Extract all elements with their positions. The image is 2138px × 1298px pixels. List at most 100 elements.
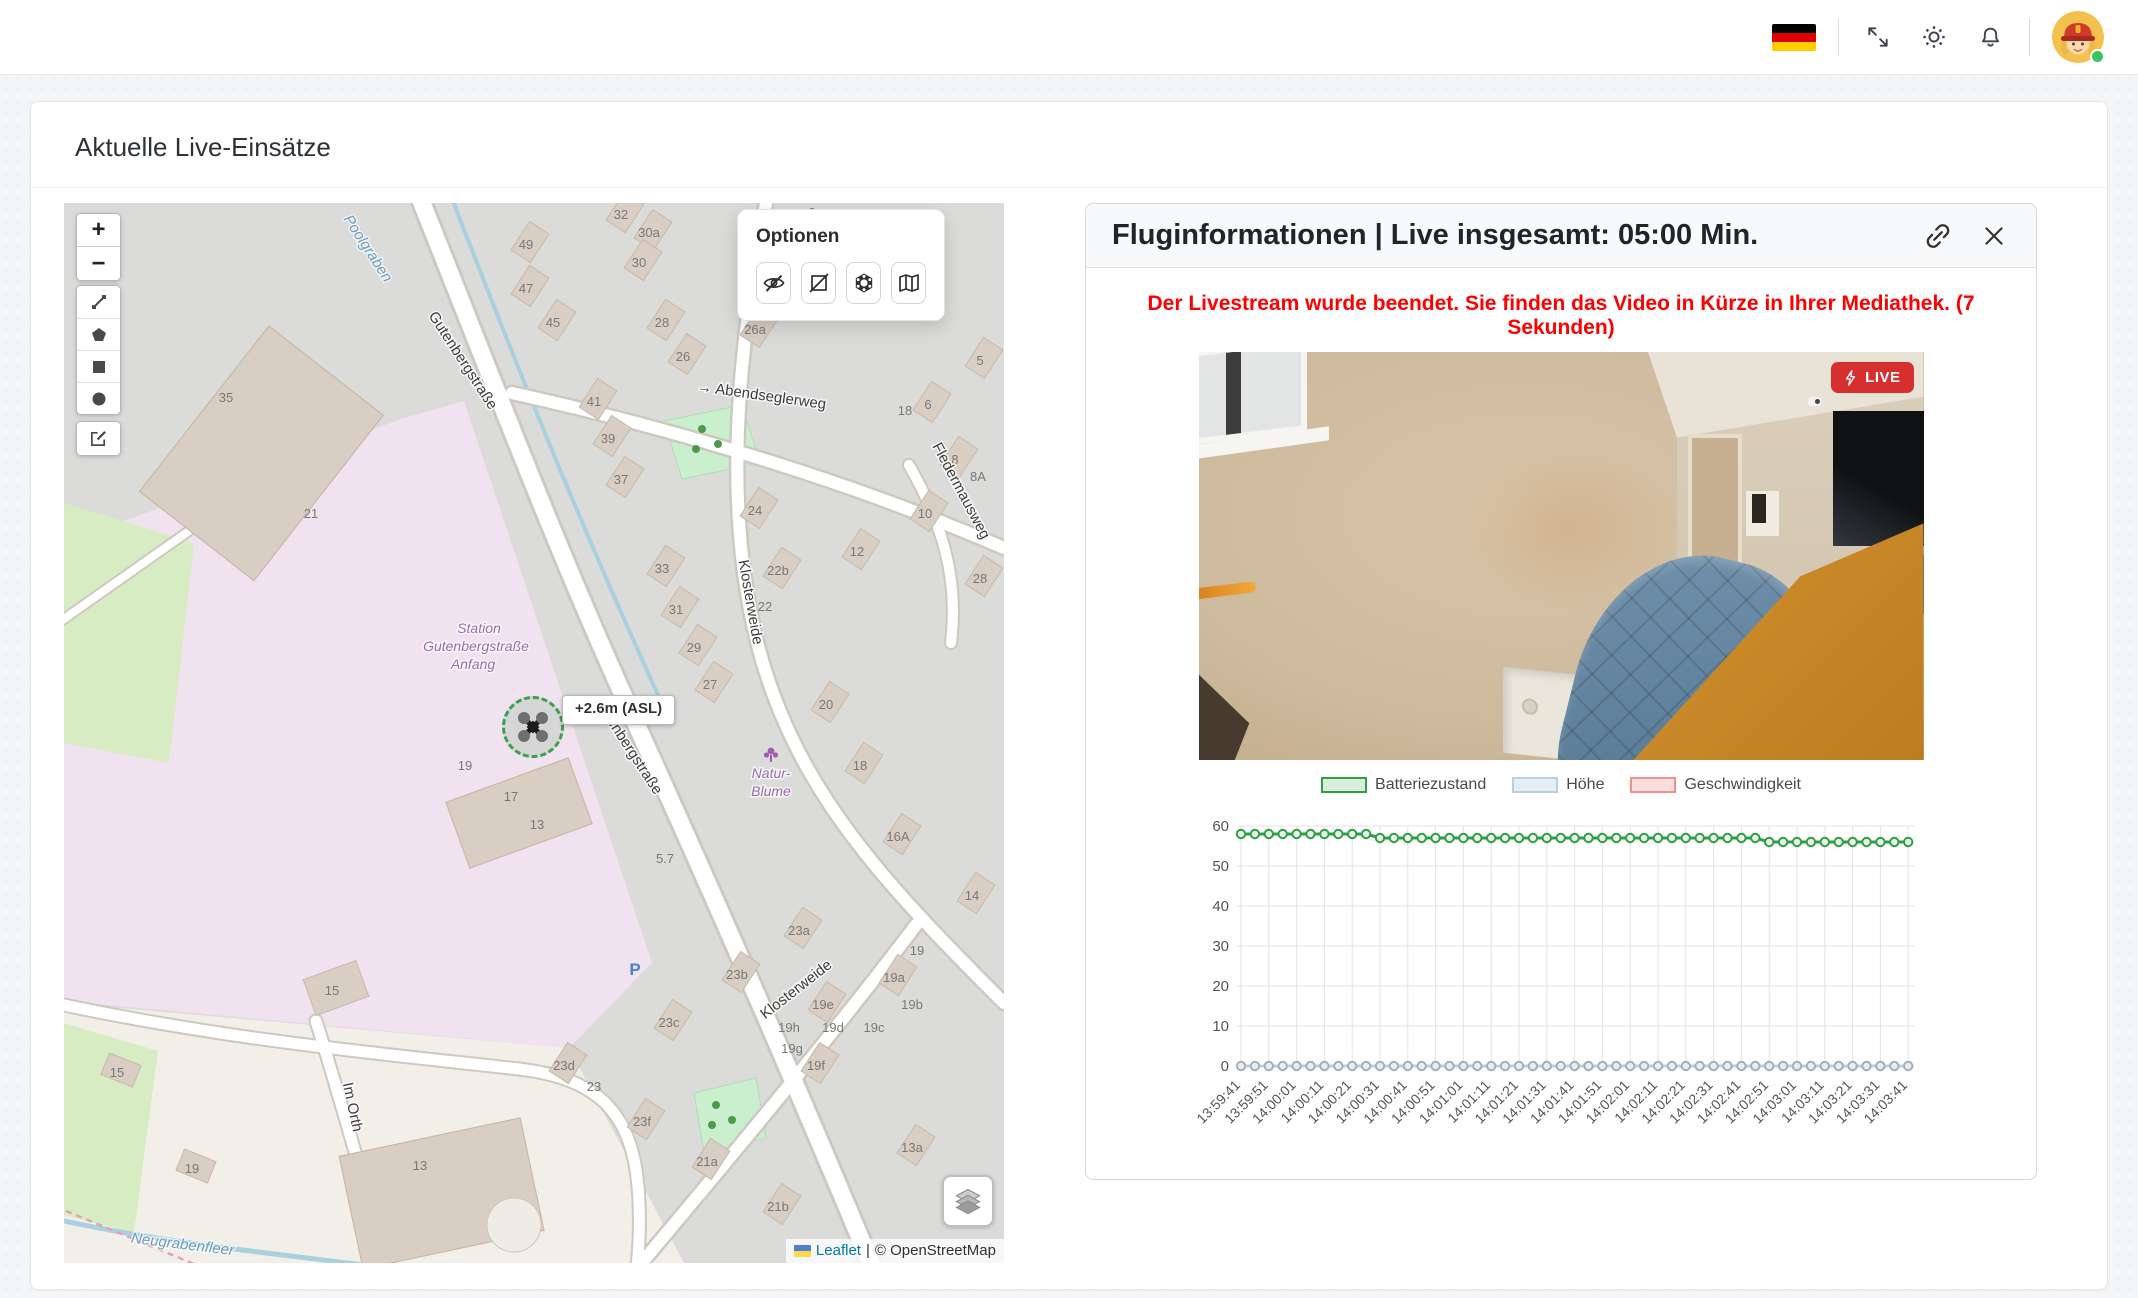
video-orange-object — [1199, 581, 1257, 600]
draw-polyline-icon[interactable] — [77, 286, 120, 318]
house-number-label: 23d — [553, 1058, 575, 1073]
poi-label: Anfang — [450, 656, 496, 672]
house-number-label: 23b — [726, 967, 748, 982]
zoom-in-button[interactable]: + — [77, 214, 120, 247]
house-number-label: 19f — [807, 1058, 825, 1073]
link-icon[interactable] — [1922, 220, 1954, 252]
firefighter-avatar[interactable] — [2052, 11, 2104, 63]
attribution-separator: | — [866, 1242, 870, 1259]
select-area-icon[interactable] — [801, 262, 836, 304]
svg-text:0: 0 — [1221, 1058, 1229, 1075]
eye-off-icon[interactable] — [756, 262, 791, 304]
house-number-label: 19e — [812, 997, 834, 1012]
divider — [2029, 18, 2030, 56]
german-flag-icon[interactable] — [1772, 24, 1816, 51]
close-icon[interactable] — [1978, 220, 2010, 252]
legend-swatch — [1630, 777, 1676, 793]
house-number-label: 37 — [614, 472, 628, 487]
map-building-courtyard — [487, 1198, 541, 1252]
chart-canvas: 010203040506013:59:4113:59:5114:00:0114:… — [1171, 796, 1951, 1148]
video-shelf — [1746, 491, 1779, 536]
legend-swatch — [1321, 777, 1367, 793]
map-edit-control — [76, 421, 121, 456]
house-number-label: 23 — [587, 1079, 601, 1094]
bell-icon[interactable] — [1973, 20, 2007, 54]
house-number-label: 21 — [304, 506, 318, 521]
house-number-label: 15 — [110, 1065, 124, 1080]
house-number-label: 5 — [976, 353, 983, 368]
house-number-label: 26 — [676, 349, 690, 364]
svg-text:50: 50 — [1212, 858, 1229, 875]
house-number-label: 12 — [850, 544, 864, 559]
flight-panel-title: Fluginformationen | Live insgesamt: 05:0… — [1112, 219, 1758, 252]
house-number-label: 19d — [822, 1020, 844, 1035]
live-badge: LIVE — [1831, 362, 1913, 393]
house-number-label: 29 — [687, 640, 701, 655]
house-number-label: 13 — [413, 1158, 427, 1173]
house-number-label: 19a — [883, 970, 905, 985]
brightness-icon[interactable] — [1917, 20, 1951, 54]
edit-layers-icon[interactable] — [77, 422, 120, 455]
map-draw-toolbar — [76, 285, 121, 415]
live-video[interactable]: LIVE — [1199, 352, 1924, 760]
map-panel[interactable]: 32330a304947452826a26413937561888A101224… — [64, 203, 1004, 1263]
house-number-label: 15 — [325, 983, 339, 998]
house-number-label: 5.7 — [656, 851, 674, 866]
chart-x-axis-labels: 13:59:4113:59:5114:00:0114:00:1114:00:21… — [1193, 1077, 1910, 1127]
video-power-outlet — [1522, 698, 1538, 716]
layers-icon — [953, 1186, 983, 1216]
ukraine-flag-icon — [794, 1245, 811, 1257]
chart-grid — [1237, 826, 1914, 1070]
drone-marker[interactable] — [502, 696, 564, 758]
house-number-label: 20 — [819, 697, 833, 712]
house-number-label: 33 — [655, 561, 669, 576]
draw-rectangle-icon[interactable] — [77, 350, 120, 382]
divider — [1838, 18, 1839, 56]
altitude-tooltip: +2.6m (ASL) — [562, 695, 675, 725]
house-number-label: 41 — [587, 394, 601, 409]
draw-circle-icon[interactable] — [77, 382, 120, 414]
house-number-label: 14 — [965, 888, 979, 903]
zoom-out-button[interactable]: − — [77, 247, 120, 280]
house-number-label: 16A — [886, 829, 909, 844]
house-number-label: 10 — [918, 506, 932, 521]
house-number-label: 47 — [519, 281, 533, 296]
telemetry-chart[interactable]: BatteriezustandHöheGeschwindigkeit 01020… — [1171, 776, 1951, 1153]
house-number-label: 19 — [458, 758, 472, 773]
drone-icon — [513, 707, 553, 747]
house-number-label: 32 — [614, 207, 628, 222]
house-number-label: 19 — [185, 1161, 199, 1176]
leaflet-link[interactable]: Leaflet — [816, 1242, 861, 1259]
legend-label: Höhe — [1566, 776, 1604, 794]
live-missions-card: Aktuelle Live-Einsätze — [30, 101, 2108, 1290]
house-number-label: 28 — [655, 315, 669, 330]
house-number-label: 49 — [519, 237, 533, 252]
house-number-label: 17 — [504, 789, 518, 804]
legend-item-Höhe[interactable]: Höhe — [1512, 776, 1604, 794]
house-number-label: 18 — [898, 403, 912, 418]
draw-polygon-icon[interactable] — [77, 318, 120, 350]
map-icon[interactable] — [891, 262, 926, 304]
chart-y-axis-labels: 0102030405060 — [1212, 818, 1229, 1075]
house-number-label: 21b — [767, 1199, 789, 1214]
map-attribution: Leaflet | © OpenStreetMap — [786, 1239, 1004, 1263]
legend-item-Geschwindigkeit[interactable]: Geschwindigkeit — [1630, 776, 1801, 794]
top-navbar — [0, 0, 2138, 75]
house-number-label: 31 — [669, 602, 683, 617]
house-number-label: 19b — [901, 997, 923, 1012]
expand-icon[interactable] — [1861, 20, 1895, 54]
legend-label: Geschwindigkeit — [1684, 776, 1801, 794]
house-number-label: 13a — [901, 1140, 923, 1155]
map-layers-control[interactable] — [942, 1175, 994, 1227]
house-number-label: 8A — [970, 469, 986, 484]
svg-text:40: 40 — [1212, 898, 1229, 915]
livestream-ended-alert: Der Livestream wurde beendet. Sie finden… — [1110, 292, 2012, 340]
page-title: Aktuelle Live-Einsätze — [75, 132, 2063, 163]
hex-settings-icon[interactable] — [846, 262, 881, 304]
legend-swatch — [1512, 777, 1558, 793]
legend-item-Batteriezustand[interactable]: Batteriezustand — [1321, 776, 1486, 794]
poi-label: Gutenbergstraße — [423, 638, 529, 654]
house-number-label: 39 — [601, 431, 615, 446]
map-zoom-control: + − — [76, 213, 121, 281]
house-number-label: 45 — [546, 315, 560, 330]
